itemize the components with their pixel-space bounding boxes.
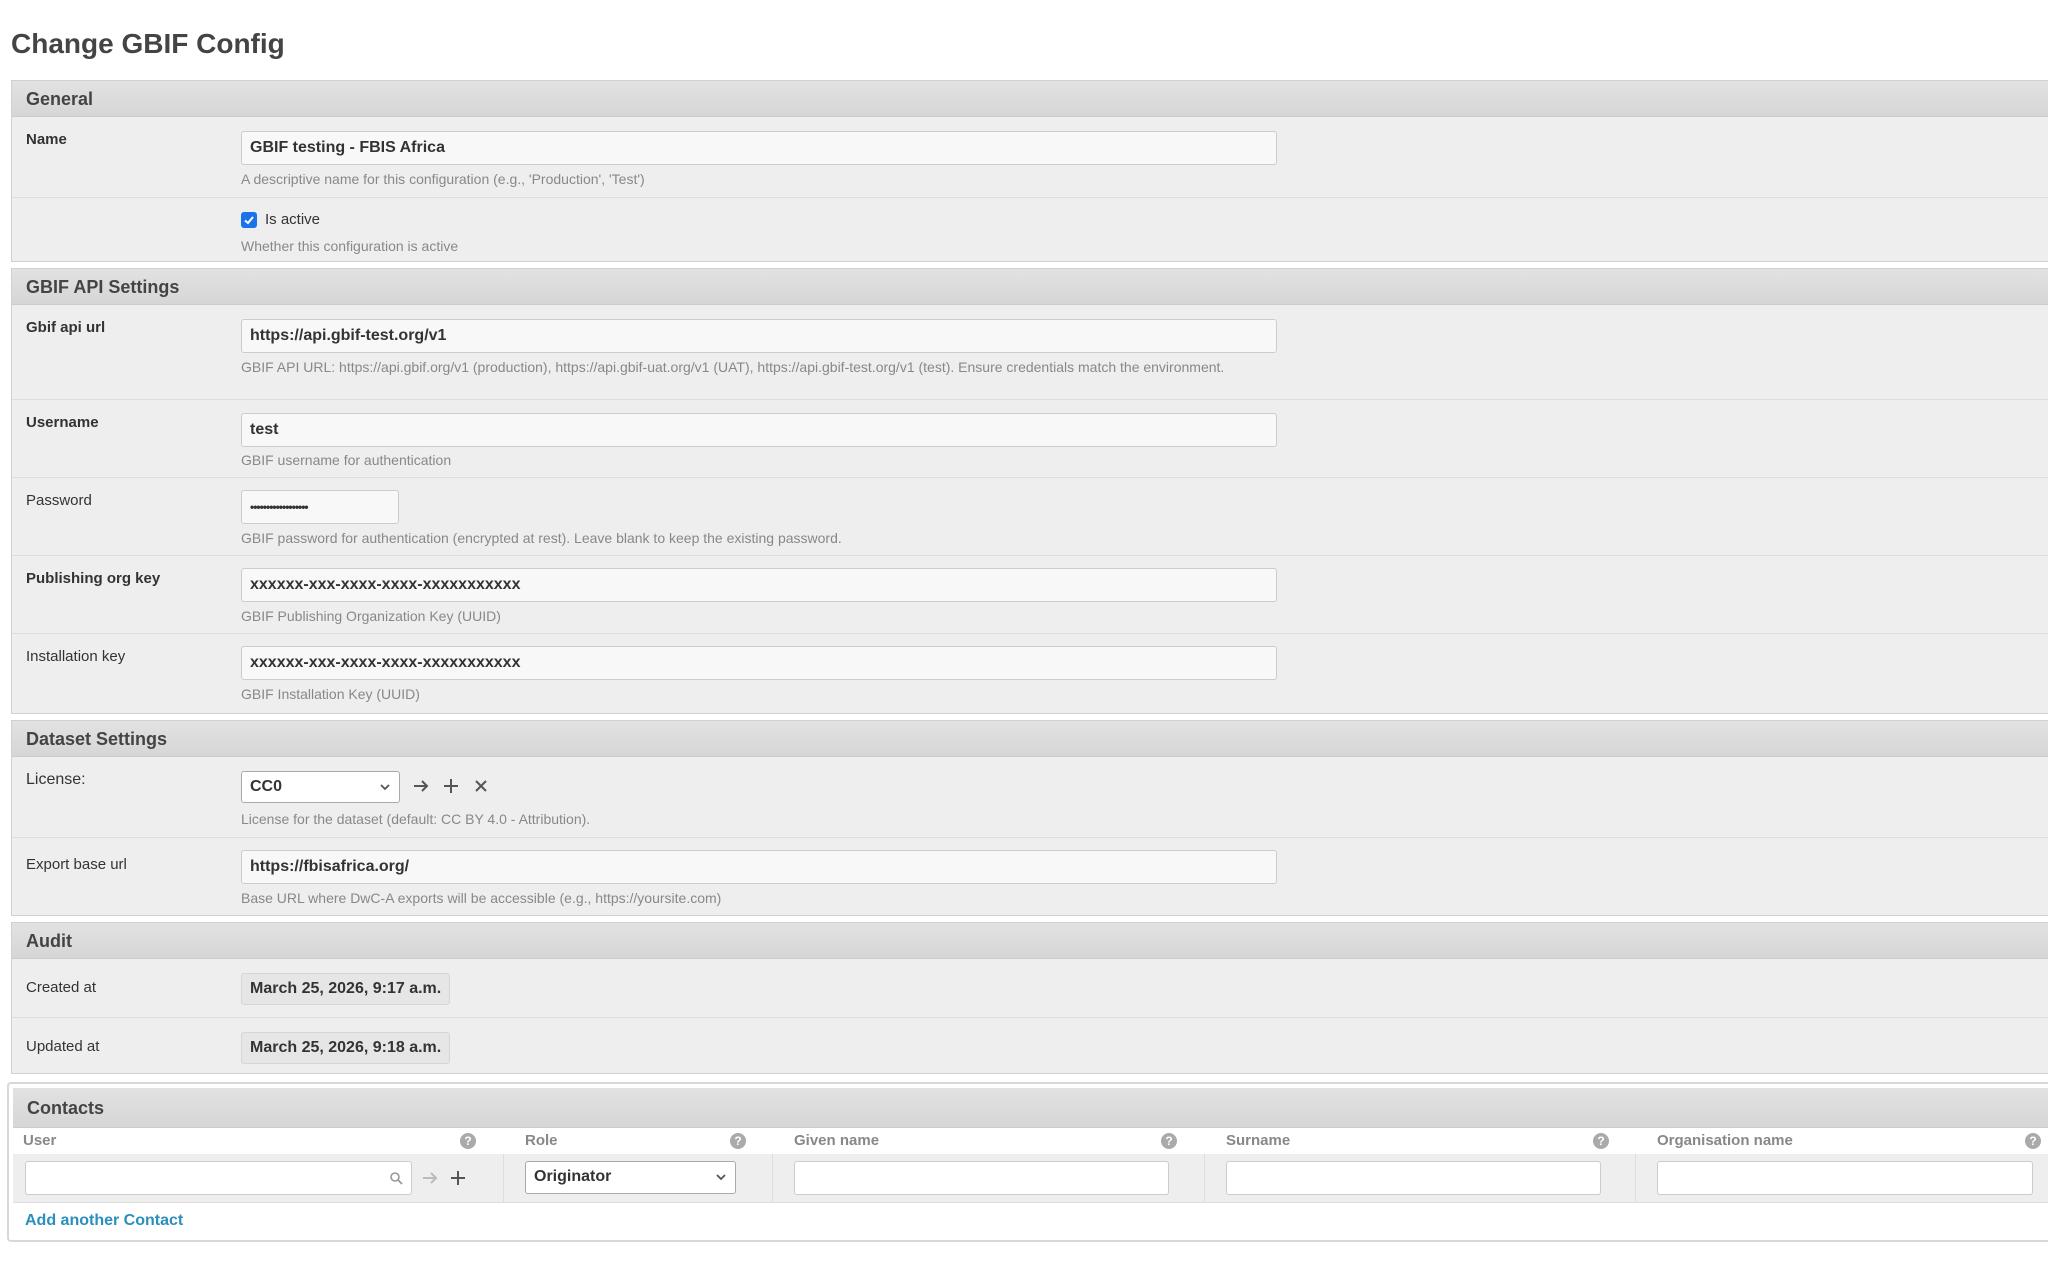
username-help: GBIF username for authentication — [241, 452, 452, 468]
chevron-down-icon — [379, 772, 391, 813]
form-row-export-url: Export base url https://fbisafrica.org/ … — [12, 837, 2048, 918]
close-icon[interactable] — [472, 777, 490, 799]
license-select-value: CC0 — [250, 778, 283, 795]
given-name-input[interactable] — [794, 1161, 1169, 1195]
form-row-updated: Updated at March 25, 2026, 9:18 a.m. — [12, 1017, 2048, 1076]
org-key-input[interactable]: xxxxxx-xxx-xxxx-xxxx-xxxxxxxxxxx — [241, 568, 1277, 602]
name-help: A descriptive name for this configuratio… — [241, 171, 645, 187]
col-divider — [1635, 1154, 1636, 1202]
install-key-input[interactable]: xxxxxx-xxx-xxxx-xxxx-xxxxxxxxxxx — [241, 646, 1277, 680]
created-value: March 25, 2026, 9:17 a.m. — [241, 973, 451, 1005]
password-label: Password — [26, 492, 92, 509]
export-url-help: Base URL where DwC-A exports will be acc… — [241, 890, 722, 906]
fieldset-dataset: Dataset Settings License: CC0 License fo… — [11, 720, 2048, 916]
fieldset-general-heading: General — [12, 81, 2048, 117]
col-surname: Surname — [1226, 1132, 1291, 1149]
updated-value: March 25, 2026, 9:18 a.m. — [241, 1032, 451, 1064]
surname-help-icon: ? — [1593, 1133, 1609, 1149]
contacts-header-row: User ? Role ? Given name ? Surname ? Org… — [13, 1128, 2048, 1155]
install-key-help: GBIF Installation Key (UUID) — [241, 686, 420, 702]
password-input[interactable]: •••••••••••••••••• — [241, 490, 399, 524]
role-select-value: Originator — [534, 1168, 612, 1185]
password-help: GBIF password for authentication (encryp… — [241, 530, 842, 546]
form-row-created: Created at March 25, 2026, 9:17 a.m. — [12, 959, 2048, 1017]
col-user: User — [23, 1132, 57, 1149]
organisation-input[interactable] — [1657, 1161, 2033, 1195]
fieldset-api: GBIF API Settings Gbif api url https://a… — [11, 268, 2048, 714]
api-url-help: GBIF API URL: https://api.gbif.org/v1 (p… — [241, 359, 1225, 375]
arrow-right-icon[interactable] — [421, 1169, 439, 1191]
col-given-name: Given name — [794, 1132, 880, 1149]
col-divider — [1204, 1154, 1205, 1202]
install-key-label: Installation key — [26, 648, 126, 665]
license-label: License: — [26, 771, 86, 788]
org-key-help: GBIF Publishing Organization Key (UUID) — [241, 608, 501, 624]
form-row-name: Name GBIF testing - FBIS Africa A descri… — [12, 117, 2048, 197]
form-row-org-key: Publishing org key xxxxxx-xxx-xxxx-xxxx-… — [12, 555, 2048, 634]
is-active-checkbox[interactable] — [241, 212, 257, 228]
fieldset-audit: Audit Created at March 25, 2026, 9:17 a.… — [11, 922, 2048, 1074]
role-help-icon: ? — [730, 1133, 746, 1149]
fieldset-api-heading: GBIF API Settings — [12, 269, 2048, 305]
col-divider — [503, 1154, 504, 1202]
created-label: Created at — [26, 979, 97, 996]
user-input[interactable] — [25, 1161, 412, 1195]
api-url-input[interactable]: https://api.gbif-test.org/v1 — [241, 319, 1277, 353]
form-row-username: Username test GBIF username for authenti… — [12, 399, 2048, 478]
org-key-label: Publishing org key — [26, 570, 161, 587]
chevron-down-icon — [715, 1162, 727, 1203]
updated-label: Updated at — [26, 1038, 100, 1055]
fieldset-dataset-heading: Dataset Settings — [12, 721, 2048, 757]
plus-icon[interactable] — [449, 1169, 467, 1191]
contacts-table: User ? Role ? Given name ? Surname ? Org… — [13, 1128, 2048, 1203]
plus-icon[interactable] — [442, 777, 460, 799]
fieldset-general: General Name GBIF testing - FBIS Africa … — [11, 80, 2048, 262]
username-label: Username — [26, 414, 99, 431]
fieldset-contacts: Contacts User ? Role ? Given name ? Surn… — [7, 1082, 2048, 1242]
is-active-help: Whether this configuration is active — [241, 238, 459, 254]
search-icon — [389, 1171, 403, 1190]
license-help: License for the dataset (default: CC BY … — [241, 811, 591, 827]
role-select[interactable]: Originator — [525, 1161, 736, 1194]
form-row-password: Password •••••••••••••••••• GBIF passwor… — [12, 477, 2048, 556]
arrow-right-icon[interactable] — [412, 777, 430, 799]
add-contact-link[interactable]: Add another Contact — [25, 1212, 183, 1230]
form-row-install-key: Installation key xxxxxx-xxx-xxxx-xxxx-xx… — [12, 633, 2048, 716]
col-divider — [772, 1154, 773, 1202]
form-row-api-url: Gbif api url https://api.gbif-test.org/v… — [12, 305, 2048, 399]
export-url-label: Export base url — [26, 856, 127, 873]
page-title: Change GBIF Config — [11, 28, 285, 59]
fieldset-audit-heading: Audit — [12, 923, 2048, 959]
contacts-row: Originator — [13, 1154, 2048, 1203]
license-select[interactable]: CC0 — [241, 771, 400, 803]
form-row-license: License: CC0 License for the dataset (de… — [12, 757, 2048, 837]
given-name-help-icon: ? — [1161, 1133, 1177, 1149]
name-input[interactable]: GBIF testing - FBIS Africa — [241, 131, 1277, 165]
username-input[interactable]: test — [241, 413, 1277, 447]
name-label: Name — [26, 131, 67, 148]
contacts-heading: Contacts — [13, 1088, 2048, 1128]
user-help-icon: ? — [460, 1133, 476, 1149]
is-active-label: Is active — [265, 211, 321, 228]
form-row-is-active: Is active Whether this configuration is … — [12, 197, 2048, 264]
api-url-label: Gbif api url — [26, 319, 106, 336]
export-url-input[interactable]: https://fbisafrica.org/ — [241, 850, 1277, 884]
col-organisation: Organisation name — [1657, 1132, 1793, 1149]
surname-input[interactable] — [1226, 1161, 1601, 1195]
organisation-help-icon: ? — [2025, 1133, 2041, 1149]
checkmark-icon — [244, 216, 254, 225]
col-role: Role — [525, 1132, 558, 1149]
